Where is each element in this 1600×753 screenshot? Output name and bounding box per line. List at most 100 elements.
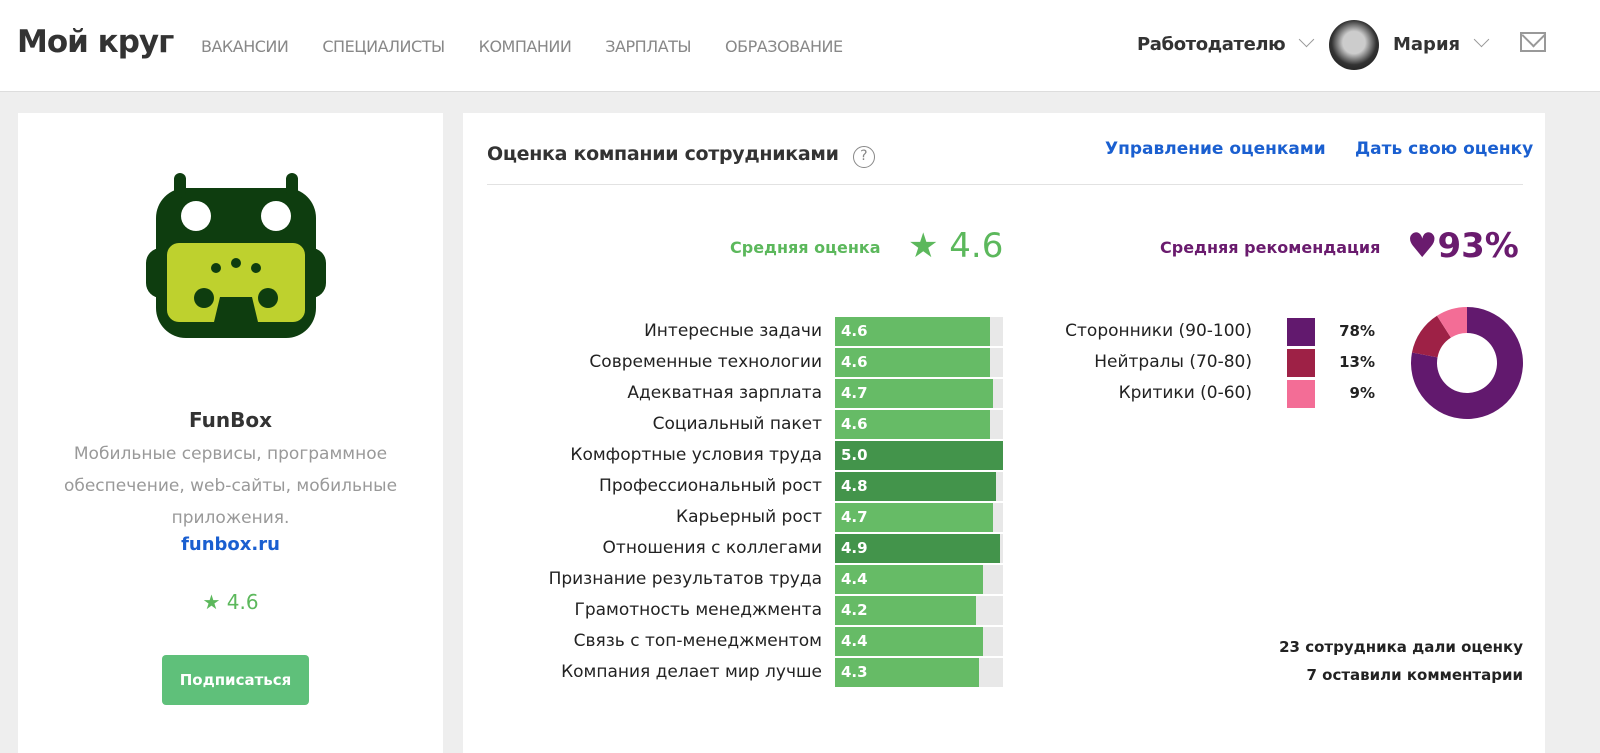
rating-row: Признание результатов труда 4.4	[463, 565, 1545, 594]
chevron-down-icon	[1473, 31, 1490, 48]
rating-row: Современные технологии 4.6	[463, 348, 1545, 377]
header: Мой круг ВАКАНСИИ СПЕЦИАЛИСТЫ КОМПАНИИ З…	[0, 0, 1600, 92]
rating-bar: 4.8	[835, 472, 997, 501]
legend-percent: 13%	[1339, 353, 1375, 371]
recommendation-donut-chart	[1411, 307, 1523, 419]
nav-specialists[interactable]: СПЕЦИАЛИСТЫ	[322, 37, 445, 56]
average-recommendation: ♥93%	[1407, 226, 1519, 266]
rating-label: Адекватная зарплата	[627, 383, 822, 403]
rating-bar-track: 4.2	[835, 596, 1003, 625]
rating-row: Адекватная зарплата 4.7	[463, 379, 1545, 408]
rated-count: 23 сотрудника дали оценку	[1279, 638, 1523, 656]
legend-label: Нейтралы (70-80)	[1094, 352, 1252, 372]
nav-vacancies[interactable]: ВАКАНСИИ	[201, 37, 289, 56]
rating-label: Современные технологии	[589, 352, 822, 372]
help-icon[interactable]: ?	[852, 146, 875, 168]
rating-bar: 4.7	[835, 503, 993, 532]
give-rating-link[interactable]: Дать свою оценку	[1355, 139, 1533, 159]
legend-swatch	[1287, 349, 1315, 377]
nav-companies[interactable]: КОМПАНИИ	[479, 37, 572, 56]
legend-swatch	[1287, 318, 1315, 346]
ratings-title-text: Оценка компании сотрудниками	[487, 143, 839, 165]
company-name: FunBox	[188, 408, 273, 432]
rating-bar: 4.7	[835, 379, 993, 408]
rating-bar-track: 4.4	[835, 565, 1003, 594]
divider	[487, 184, 1523, 185]
average-recommendation-label: Средняя рекомендация	[1160, 238, 1381, 257]
average-rating: ★ 4.6	[908, 226, 1003, 266]
legend-item: Нейтралы (70-80) 13%	[1043, 348, 1375, 377]
manage-ratings-link[interactable]: Управление оценками	[1105, 139, 1326, 159]
rating-label: Социальный пакет	[652, 414, 822, 434]
main-nav: ВАКАНСИИ СПЕЦИАЛИСТЫ КОМПАНИИ ЗАРПЛАТЫ О…	[201, 37, 843, 56]
company-card: FunBox Мобильные сервисы, программное об…	[18, 113, 443, 753]
average-recommendation-value: 93%	[1437, 226, 1519, 266]
rating-row: Грамотность менеджмента 4.2	[463, 596, 1545, 625]
ratings-card: Оценка компании сотрудниками? Управление…	[463, 113, 1545, 753]
company-description: Мобильные сервисы, программное обеспечен…	[63, 444, 398, 528]
rating-label: Интересные задачи	[644, 321, 822, 341]
rating-label: Связь с топ-менеджментом	[573, 631, 822, 651]
employer-label: Работодателю	[1137, 34, 1286, 55]
star-icon: ★	[908, 226, 939, 266]
rating-label: Грамотность менеджмента	[574, 600, 822, 620]
rating-bar-track: 4.3	[835, 658, 1003, 687]
average-rating-value: 4.6	[949, 226, 1004, 266]
comments-count: 7 оставили комментарии	[1306, 666, 1523, 684]
heart-icon: ♥	[1407, 226, 1438, 266]
nav-education[interactable]: ОБРАЗОВАНИЕ	[725, 37, 843, 56]
rating-row: Комфортные условия труда 5.0	[463, 441, 1545, 470]
user-name: Мария	[1393, 34, 1461, 55]
rating-bar: 5.0	[835, 441, 1003, 470]
rating-bar-track: 4.4	[835, 627, 1003, 656]
ratings-summary: 23 сотрудника дали оценку 7 оставили ком…	[1279, 633, 1523, 689]
mail-icon[interactable]	[1520, 32, 1546, 52]
company-rating: ★ 4.6	[202, 590, 259, 614]
rating-label: Профессиональный рост	[599, 476, 822, 496]
average-rating-label: Средняя оценка	[730, 238, 881, 257]
legend-item: Сторонники (90-100) 78%	[1043, 317, 1375, 346]
avatar[interactable]	[1329, 20, 1379, 70]
subscribe-button[interactable]: Подписаться	[162, 655, 309, 705]
rating-bar: 4.4	[835, 627, 983, 656]
rating-bar-track: 4.9	[835, 534, 1003, 563]
rating-row: Социальный пакет 4.6	[463, 410, 1545, 439]
rating-row: Профессиональный рост 4.8	[463, 472, 1545, 501]
user-menu[interactable]: Мария	[1393, 31, 1490, 55]
company-website-link[interactable]: funbox.ru	[18, 534, 443, 555]
rating-bar: 4.6	[835, 317, 990, 346]
ratings-title: Оценка компании сотрудниками?	[487, 143, 875, 168]
rating-row: Карьерный рост 4.7	[463, 503, 1545, 532]
chevron-down-icon	[1299, 31, 1315, 48]
rating-bar-track: 4.7	[835, 379, 1003, 408]
legend-item: Критики (0-60) 9%	[1043, 379, 1375, 408]
rating-label: Компания делает мир лучше	[561, 662, 822, 682]
company-logo	[146, 173, 326, 338]
rating-bar: 4.3	[835, 658, 980, 687]
legend-percent: 78%	[1339, 322, 1375, 340]
rating-label: Карьерный рост	[676, 507, 822, 527]
rating-row: Интересные задачи 4.6	[463, 317, 1545, 346]
legend-label: Сторонники (90-100)	[1065, 321, 1252, 341]
rating-bar-track: 4.6	[835, 317, 1003, 346]
rating-row: Отношения с коллегами 4.9	[463, 534, 1545, 563]
rating-bar: 4.6	[835, 348, 990, 377]
rating-bar: 4.4	[835, 565, 983, 594]
employer-menu[interactable]: Работодателю	[1137, 31, 1315, 55]
rating-bar-track: 4.8	[835, 472, 1003, 501]
rating-label: Комфортные условия труда	[570, 445, 822, 465]
rating-bar: 4.2	[835, 596, 977, 625]
rating-bar: 4.6	[835, 410, 990, 439]
rating-bar: 4.9	[835, 534, 1000, 563]
rating-bar-track: 4.7	[835, 503, 1003, 532]
logo[interactable]: Мой круг	[17, 24, 174, 60]
legend-percent: 9%	[1349, 384, 1375, 402]
legend-swatch	[1287, 380, 1315, 408]
rating-label: Отношения с коллегами	[602, 538, 822, 558]
rating-bar-track: 5.0	[835, 441, 1003, 470]
rating-label: Признание результатов труда	[548, 569, 822, 589]
rating-bar-track: 4.6	[835, 348, 1003, 377]
legend-label: Критики (0-60)	[1118, 383, 1252, 403]
nav-salaries[interactable]: ЗАРПЛАТЫ	[605, 37, 691, 56]
rating-bar-track: 4.6	[835, 410, 1003, 439]
